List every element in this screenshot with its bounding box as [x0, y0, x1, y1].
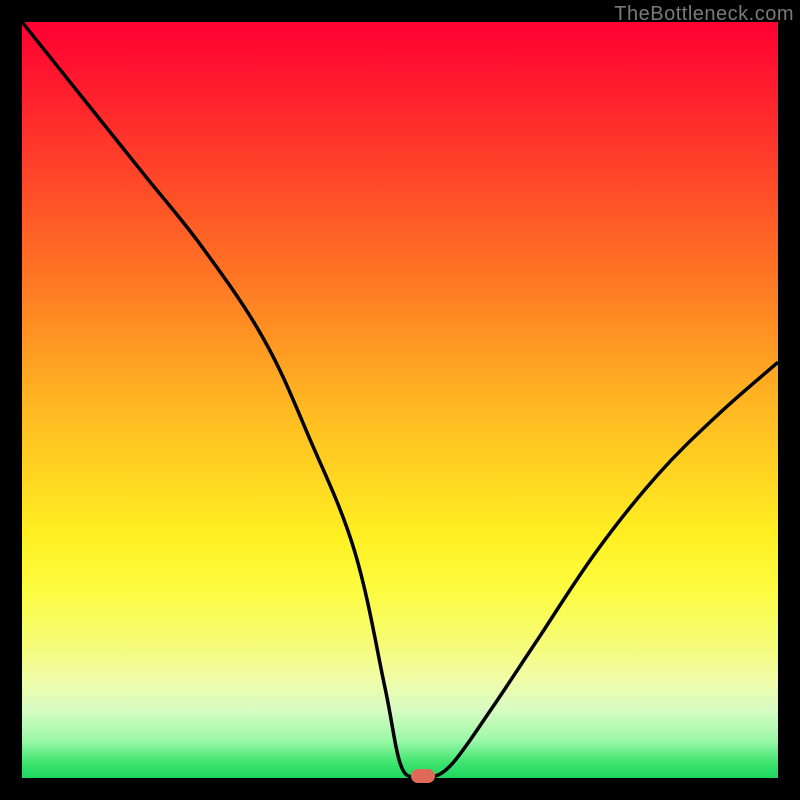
bottleneck-curve: [22, 22, 778, 778]
optimal-marker: [411, 769, 435, 783]
chart-frame: TheBottleneck.com: [0, 0, 800, 800]
curve-path: [22, 22, 778, 778]
plot-area: [22, 22, 778, 778]
watermark-text: TheBottleneck.com: [614, 3, 794, 26]
